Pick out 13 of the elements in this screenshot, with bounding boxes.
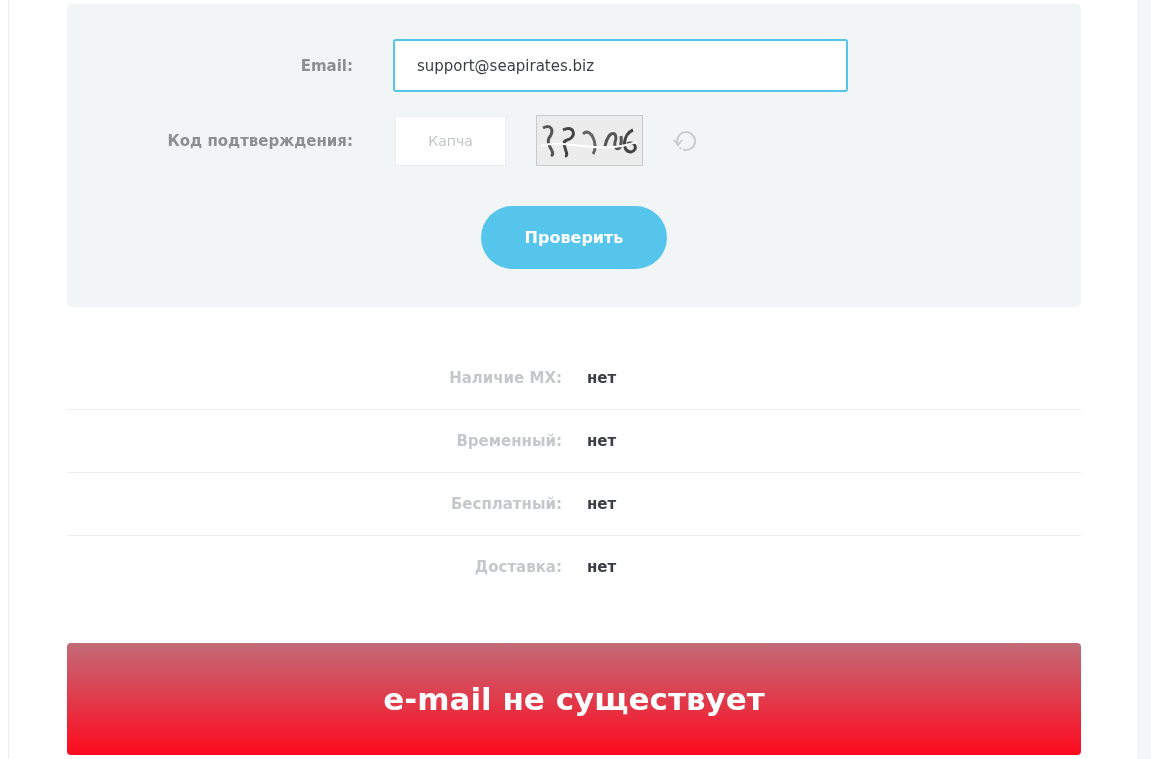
field-label: Email:	[299, 56, 353, 75]
result-value: нет	[587, 432, 617, 450]
result-value: нет	[587, 558, 617, 576]
result-label: Бесплатный:	[449, 495, 562, 513]
result-label: Временный:	[455, 432, 562, 450]
result-label: Доставка:	[473, 558, 562, 576]
result-value: нет	[587, 495, 617, 513]
email-field[interactable]: support@seapirates.biz	[393, 39, 848, 92]
captcha-field[interactable]: Капча	[395, 115, 506, 166]
result-label: Наличие MX:	[448, 369, 562, 387]
field-label: Код подтверждения:	[166, 131, 353, 150]
result-value: нет	[587, 369, 617, 387]
result-banner: e-mail не существует	[67, 643, 1081, 755]
